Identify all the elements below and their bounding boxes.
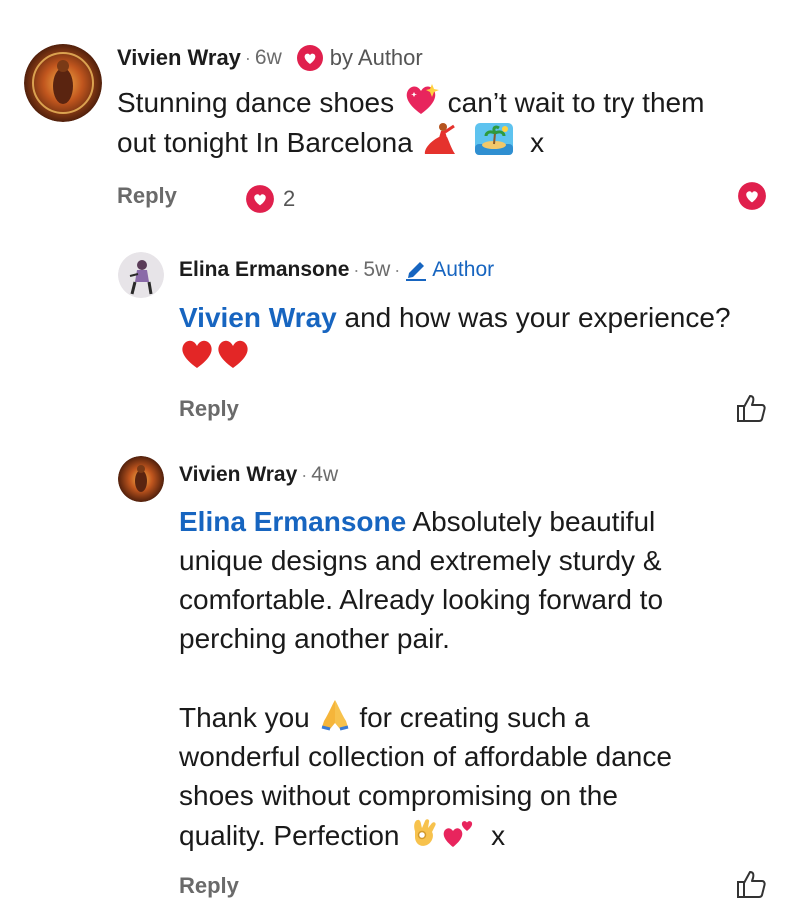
commenter-name[interactable]: Vivien Wray [179, 463, 297, 487]
heart-icon [738, 182, 766, 210]
comment-text: Stunning dance shoes can’t wait to try t… [117, 82, 704, 162]
comment-text-line: Thank you [179, 702, 310, 733]
timestamp[interactable]: 5w [363, 258, 390, 282]
heart-icon [296, 45, 323, 71]
timestamp[interactable]: 4w [311, 463, 338, 487]
comment-text-line: x [530, 127, 545, 158]
mention-link[interactable]: Elina Ermansone [179, 506, 406, 537]
pencil-icon [406, 262, 427, 281]
timestamp[interactable]: 6w [255, 46, 282, 70]
ok-hand-icon [414, 819, 436, 846]
dancer-icon [424, 123, 455, 154]
avatar[interactable] [118, 252, 164, 298]
like-button[interactable] [735, 868, 767, 905]
comment-text-line: out tonight In Barcelona [117, 127, 413, 158]
author-label: Author [432, 258, 495, 281]
separator-dot: · [353, 259, 360, 280]
island-icon [475, 123, 514, 155]
liked-by-author-badge: by Author [296, 44, 423, 72]
reply-button[interactable]: Reply [179, 396, 239, 422]
comment-text-line: Stunning dance shoes [117, 87, 395, 118]
comment-text-line: perching another pair. [179, 623, 450, 654]
like-button[interactable] [735, 392, 767, 429]
avatar-image [118, 252, 164, 298]
comment-text-line: quality. Perfection [179, 820, 400, 851]
comment-text-line: Absolutely beautiful [412, 506, 656, 537]
thumbs-up-icon [737, 395, 766, 422]
like-count: 2 [283, 186, 296, 211]
heart-react-button[interactable] [737, 181, 767, 216]
avatar[interactable] [118, 456, 164, 502]
comment-text-line: wonderful collection of affordable dance [179, 741, 672, 772]
mention-link[interactable]: Vivien Wray [179, 302, 337, 333]
commenter-name[interactable]: Elina Ermansone [179, 258, 349, 282]
comment-text-line: and how was your experience? [344, 302, 731, 333]
reply-button[interactable]: Reply [179, 873, 239, 899]
heart-icon [246, 185, 274, 213]
reply-button[interactable]: Reply [117, 183, 177, 209]
author-badge: Author [404, 258, 494, 282]
comment-text-line: can’t wait to try them [447, 87, 705, 118]
folded-hands-icon [321, 700, 348, 731]
separator-dot: · [394, 259, 401, 280]
avatar-image [24, 44, 102, 122]
reaction-count[interactable]: 2 [245, 184, 295, 214]
comment-text: Vivien Wray and how was your experience? [179, 298, 731, 376]
avatar[interactable] [24, 44, 102, 122]
two-hearts-icon [443, 821, 473, 847]
comment-text-line: x [491, 820, 506, 851]
thumbs-up-icon [737, 871, 766, 898]
comment-text-line: unique designs and extremely sturdy & [179, 545, 662, 576]
comment-text-line: comfortable. Already looking forward to [179, 584, 664, 615]
comment-text-line: for creating such a [359, 702, 590, 733]
commenter-name[interactable]: Vivien Wray [117, 45, 241, 71]
by-author-label: by Author [329, 45, 423, 70]
comment-text: Elina Ermansone Absolutely beautiful uni… [179, 502, 672, 855]
separator-dot: · [301, 464, 308, 485]
separator-dot: · [244, 47, 251, 68]
avatar-image [118, 456, 164, 502]
comment-text-line: shoes without compromising on the [179, 780, 618, 811]
red-heart-icon [218, 340, 248, 368]
sparkling-heart-icon [406, 84, 439, 114]
red-heart-icon [182, 340, 212, 368]
